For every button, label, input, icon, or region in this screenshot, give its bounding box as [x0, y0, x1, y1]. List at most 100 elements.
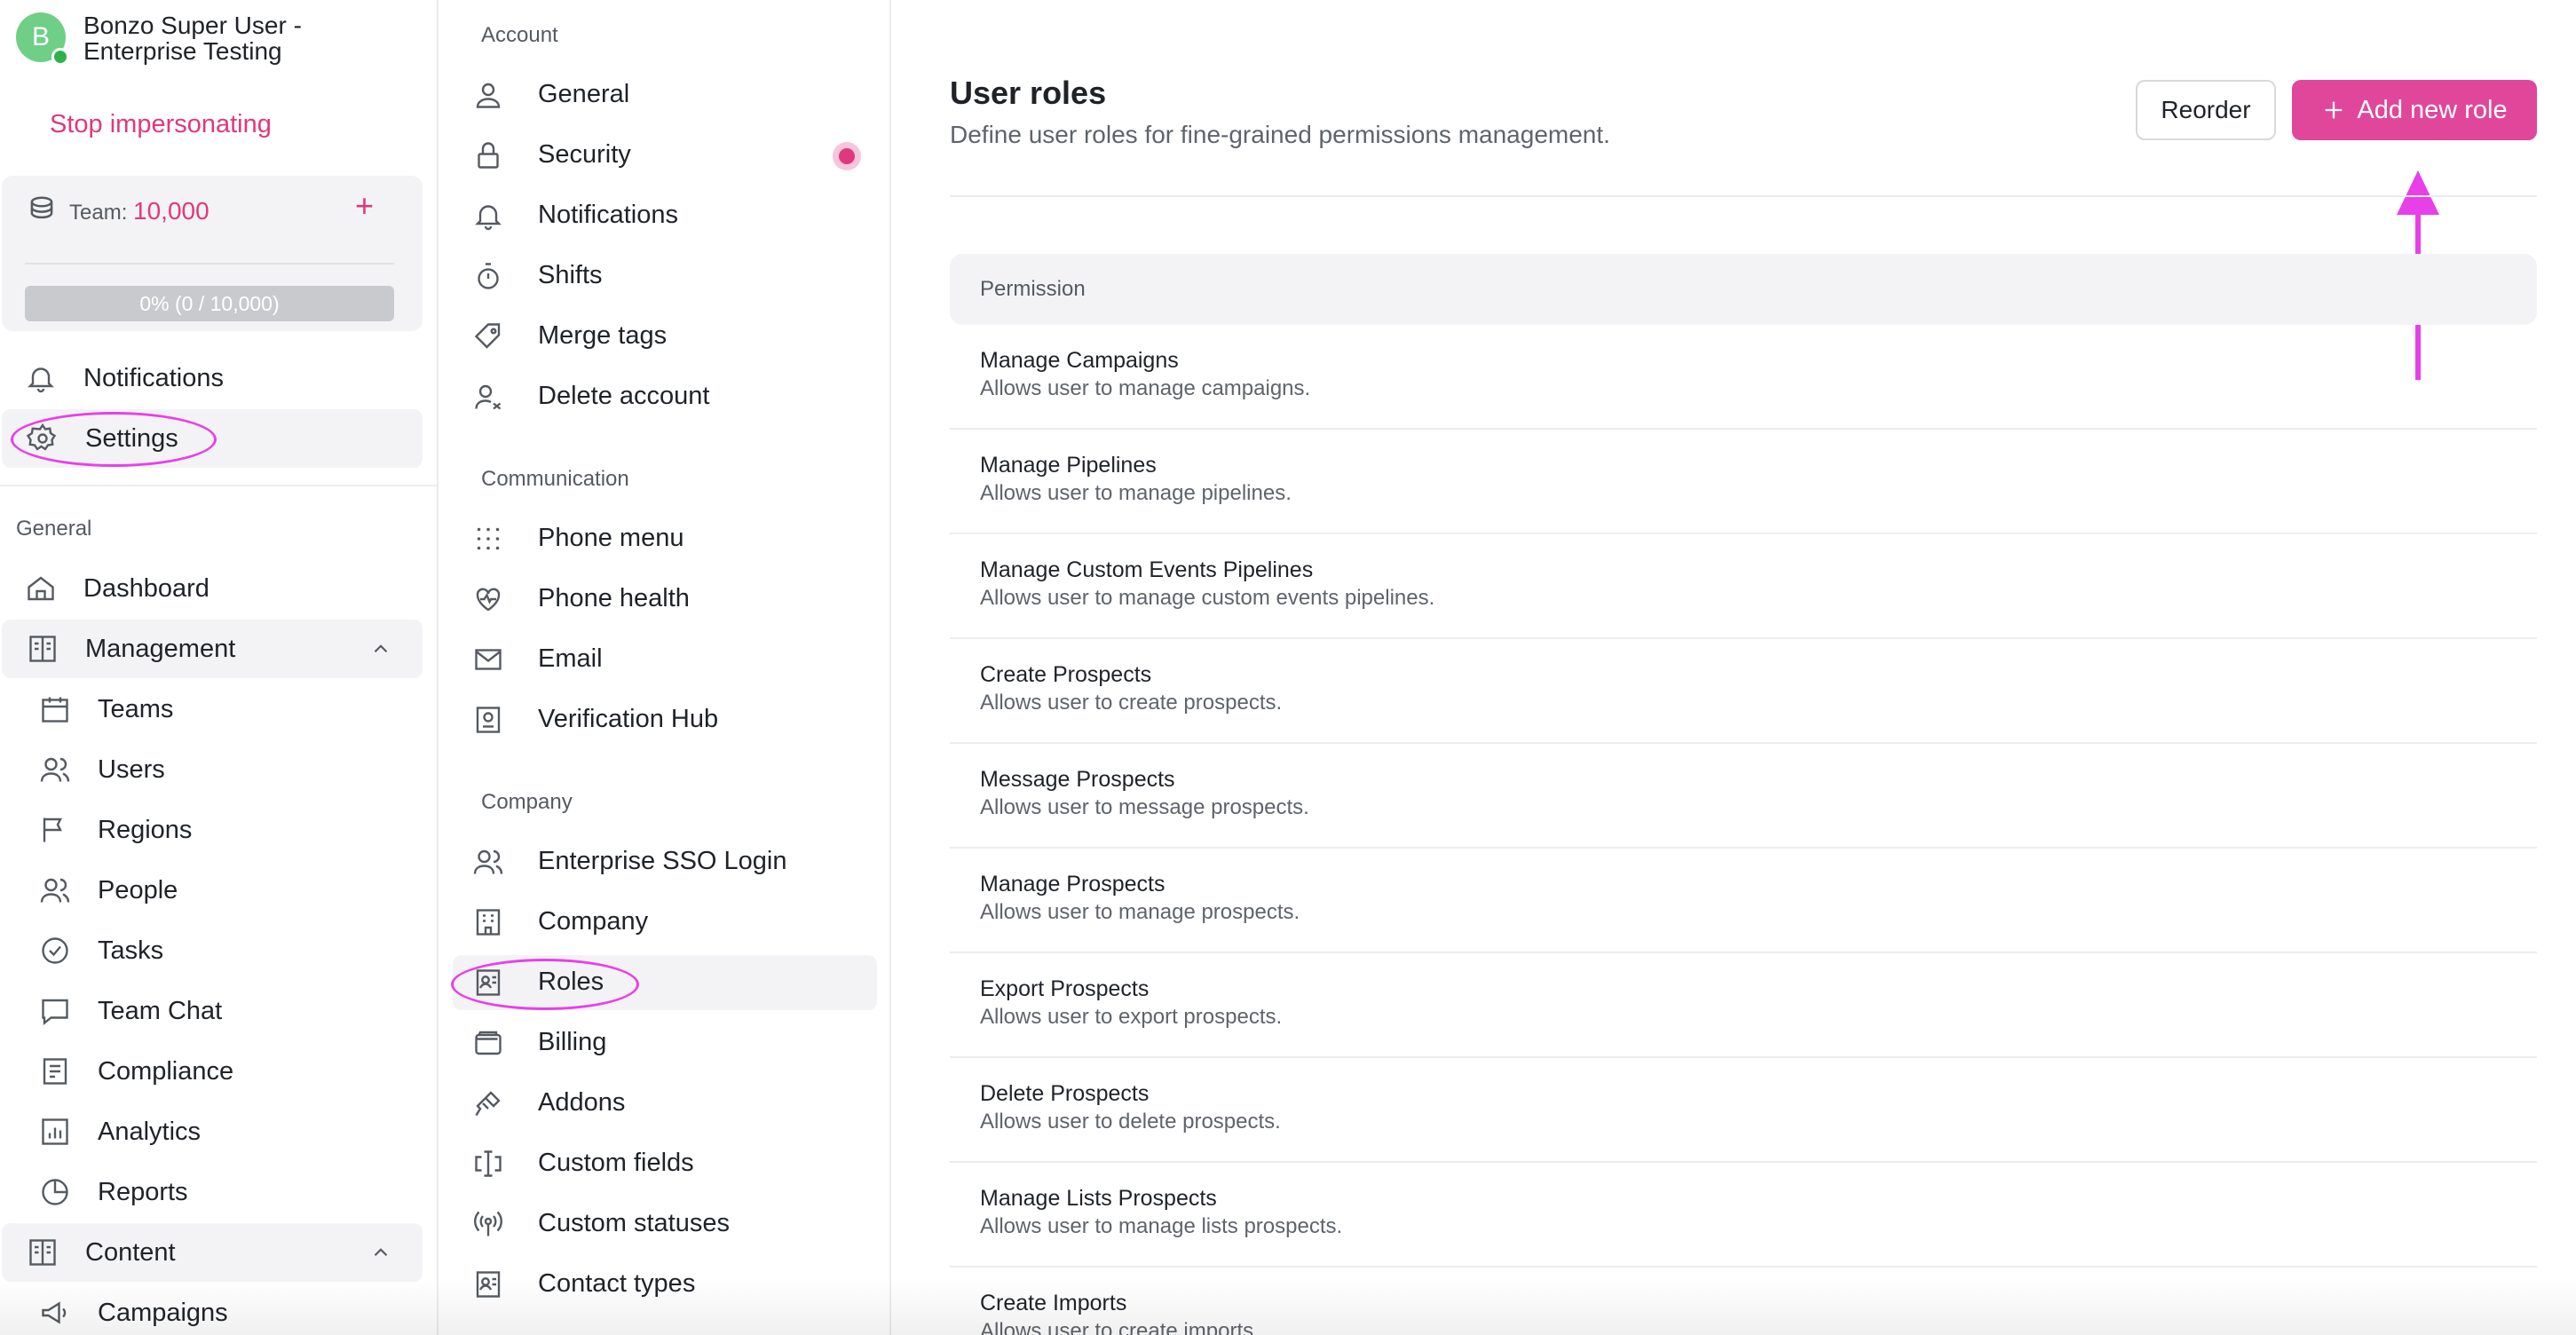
settings-nav-merge-tags[interactable]: Merge tags: [453, 309, 877, 364]
nav-item-label: Phone menu: [538, 524, 684, 552]
security-alert-dot: [833, 142, 861, 170]
settings-nav-billing[interactable]: Billing: [453, 1015, 877, 1070]
settings-nav-shifts[interactable]: Shifts: [453, 249, 877, 304]
home-icon: [28, 576, 54, 601]
heart-pulse-icon: [476, 588, 501, 612]
nav-item-label: Merge tags: [538, 321, 668, 350]
nav-item-label: Billing: [538, 1028, 607, 1056]
user-icon: [476, 83, 501, 108]
wallet-icon: [475, 1031, 502, 1055]
settings-nav-delete-account[interactable]: Delete account: [453, 369, 877, 424]
sidebar-item-tasks[interactable]: Tasks: [0, 921, 423, 980]
settings-nav-enterprise-sso[interactable]: Enterprise SSO Login: [453, 834, 877, 889]
settings-nav-company[interactable]: Company: [453, 895, 877, 950]
settings-nav-email[interactable]: Email: [453, 632, 877, 687]
bell-icon: [475, 205, 502, 231]
reorder-button[interactable]: Reorder: [2136, 80, 2276, 140]
permission-desc: Allows user to message prospects.: [980, 795, 1309, 819]
people-icon: [40, 878, 70, 903]
permissions-table: Permission Manage Campaigns Allows user …: [950, 254, 2537, 1335]
sidebar-item-label: Management: [85, 634, 236, 663]
nav-item-label: Custom fields: [538, 1149, 694, 1177]
table-row: Manage Custom Events Pipelines Allows us…: [950, 534, 2537, 639]
tag-icon: [474, 323, 501, 349]
plus-icon: [2326, 101, 2343, 119]
sidebar-item-label: Reports: [98, 1177, 188, 1206]
permission-title: Delete Prospects: [980, 1081, 1150, 1106]
sidebar-item-teams[interactable]: Teams: [0, 680, 423, 739]
table-header: Permission: [950, 254, 2537, 325]
nav-item-label: Custom statuses: [538, 1209, 730, 1237]
permission-desc: Allows user to export prospects.: [980, 1005, 1283, 1029]
users-icon: [40, 757, 70, 782]
sidebar-item-reports[interactable]: Reports: [0, 1163, 423, 1221]
broadcast-icon: [474, 1211, 502, 1236]
nav-section-account: Account: [481, 23, 558, 47]
settings-nav-phone-menu[interactable]: Phone menu: [453, 511, 877, 566]
sidebar-item-regions[interactable]: Regions: [0, 801, 423, 859]
permission-title: Export Prospects: [980, 976, 1150, 1001]
check-circle-icon: [42, 937, 68, 964]
permission-desc: Allows user to delete prospects.: [980, 1110, 1281, 1134]
nav-item-label: Phone health: [538, 584, 690, 612]
table-row: Manage Lists Prospects Allows user to ma…: [950, 1163, 2537, 1268]
add-new-role-button[interactable]: Add new role: [2292, 80, 2537, 140]
permission-desc: Allows user to manage lists prospects.: [980, 1214, 1343, 1238]
sidebar-item-label: Tasks: [98, 936, 164, 965]
sidebar-group-management[interactable]: Management: [2, 620, 423, 678]
sidebar-item-analytics[interactable]: Analytics: [0, 1102, 423, 1161]
sidebar-item-compliance[interactable]: Compliance: [0, 1042, 423, 1101]
page-subtitle: Define user roles for fine-grained permi…: [950, 121, 1610, 148]
office-icon: [476, 909, 501, 936]
permission-desc: Allows user to create imports.: [980, 1319, 1260, 1335]
plug-icon: [475, 1091, 501, 1117]
permission-title: Manage Prospects: [980, 872, 1166, 897]
main-content: User roles Define user roles for fine-gr…: [891, 0, 2576, 1335]
nav-item-label: Delete account: [538, 382, 710, 410]
nav-item-label: Verification Hub: [538, 705, 719, 733]
coins-icon: [30, 196, 53, 219]
sidebar-group-content[interactable]: Content: [2, 1223, 423, 1282]
sidebar-item-notifications[interactable]: Notifications: [0, 349, 423, 407]
table-row: Manage Pipelines Allows user to manage p…: [950, 430, 2537, 534]
bell-icon: [28, 367, 54, 393]
settings-nav-security[interactable]: Security: [453, 128, 877, 183]
sidebar-item-users[interactable]: Users: [0, 740, 423, 799]
sidebar-item-campaigns[interactable]: Campaigns: [0, 1284, 423, 1335]
text-cursor-icon: [475, 1150, 502, 1177]
sidebar-item-label: Team Chat: [98, 996, 223, 1025]
add-team-credits-button[interactable]: +: [355, 190, 374, 222]
settings-nav-verification-hub[interactable]: Verification Hub: [453, 692, 877, 747]
nav-item-label: Contact types: [538, 1269, 696, 1298]
settings-nav-addons[interactable]: Addons: [453, 1076, 877, 1131]
settings-nav-phone-health[interactable]: Phone health: [453, 572, 877, 627]
team-progress-bar: 0% (0 / 10,000): [25, 286, 394, 321]
user-remove-icon: [475, 384, 502, 410]
settings-nav: Account General Security Notifications S…: [439, 0, 891, 1335]
settings-nav-contact-types[interactable]: Contact types: [453, 1257, 877, 1312]
sidebar-item-people[interactable]: People: [0, 861, 423, 920]
permission-title: Manage Custom Events Pipelines: [980, 557, 1314, 582]
settings-nav-custom-statuses[interactable]: Custom statuses: [453, 1197, 877, 1252]
nav-section-communication: Communication: [481, 467, 629, 491]
sidebar-item-label: Users: [98, 754, 165, 784]
settings-nav-custom-fields[interactable]: Custom fields: [453, 1136, 877, 1191]
settings-nav-general[interactable]: General: [453, 67, 877, 122]
settings-nav-notifications[interactable]: Notifications: [453, 188, 877, 243]
chat-icon: [42, 999, 68, 1025]
permission-title: Create Prospects: [980, 662, 1152, 687]
sidebar-item-label: Compliance: [98, 1056, 234, 1086]
sidebar-item-team-chat[interactable]: Team Chat: [0, 982, 423, 1040]
online-status-dot: [51, 48, 69, 66]
sidebar-item-label: Content: [85, 1237, 176, 1267]
stop-impersonating-link[interactable]: Stop impersonating: [50, 110, 272, 139]
column-header-permission: Permission: [980, 277, 1086, 301]
calendar-icon: [42, 697, 68, 723]
permission-desc: Allows user to create prospects.: [980, 691, 1283, 715]
id-badge-icon: [476, 707, 501, 733]
table-row: Manage Prospects Allows user to manage p…: [950, 849, 2537, 953]
user-name-line1: Bonzo Super User -: [83, 12, 302, 39]
permission-desc: Allows user to manage campaigns.: [980, 376, 1311, 400]
sidebar-item-dashboard[interactable]: Dashboard: [0, 559, 423, 618]
user-profile[interactable]: B Bonzo Super User - Enterprise Testing: [16, 12, 433, 66]
